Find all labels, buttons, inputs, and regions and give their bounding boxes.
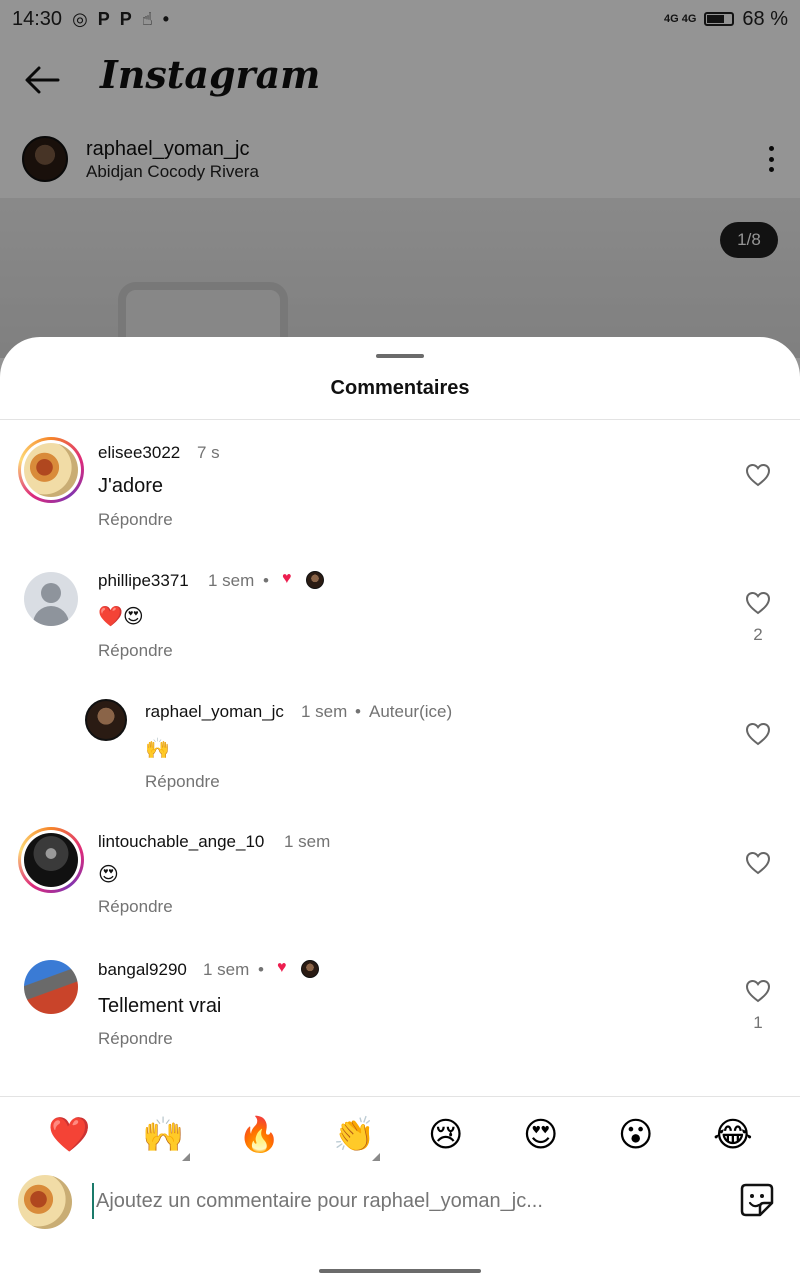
comment-time: 7 s — [197, 443, 220, 462]
comment-input[interactable] — [92, 1183, 712, 1219]
like-count: 1 — [753, 1013, 763, 1032]
drag-handle[interactable] — [376, 354, 424, 358]
avatar[interactable] — [24, 833, 78, 887]
my-avatar — [18, 1175, 72, 1229]
heart-icon[interactable] — [745, 979, 771, 1003]
reaction-raised-hands-icon[interactable]: 🙌 — [142, 1115, 184, 1155]
skin-tone-indicator — [372, 1153, 380, 1161]
reply-button[interactable]: Répondre — [145, 772, 220, 792]
avatar[interactable] — [24, 572, 78, 626]
heart-icon[interactable] — [745, 722, 771, 746]
comment-text: J'adore — [98, 475, 163, 497]
reaction-laugh-icon[interactable]: 😂 — [713, 1115, 753, 1155]
heart-icon[interactable] — [745, 463, 771, 487]
comment-composer-bar: ❤️ 🙌 🔥 👏 😢 😍 😮 😂 — [0, 1096, 800, 1280]
comment-time: 1 sem — [284, 832, 331, 851]
comment-text: Tellement vrai — [98, 995, 222, 1017]
reaction-wow-icon[interactable]: 😮 — [618, 1115, 653, 1155]
author-mini-avatar — [306, 571, 324, 589]
comment-text: 🙌 — [145, 738, 170, 760]
comment-text: ❤️😍 — [98, 606, 144, 628]
avatar[interactable] — [24, 443, 78, 497]
quick-reactions-row: ❤️ 🙌 🔥 👏 😢 😍 😮 😂 — [0, 1111, 800, 1161]
author-badge: Auteur(ice) — [369, 702, 453, 721]
reaction-clap-icon[interactable]: 👏 — [333, 1115, 375, 1155]
reaction-heart-eyes-icon[interactable]: 😍 — [523, 1115, 558, 1155]
avatar[interactable] — [24, 960, 78, 1014]
comment-time: 1 sem — [301, 702, 348, 721]
comment-item: raphael_yoman_jc 1 sem • Auteur(ice) 🙌 R… — [0, 699, 800, 809]
reaction-cry-icon[interactable]: 😢 — [428, 1115, 463, 1155]
comment-username[interactable]: raphael_yoman_jc — [145, 702, 284, 722]
reply-button[interactable]: Répondre — [98, 1029, 173, 1049]
divider — [0, 419, 800, 420]
comment-username[interactable]: elisee3022 — [98, 443, 180, 463]
comment-username[interactable]: bangal9290 — [98, 960, 187, 980]
avatar[interactable] — [85, 699, 127, 741]
comment-item: phillipe3371 1 sem • ♥ ❤️😍 Répondre 2 — [0, 567, 800, 677]
like-count: 2 — [753, 625, 763, 644]
comment-text: 😍 — [98, 864, 119, 886]
reaction-fire-icon[interactable]: 🔥 — [238, 1115, 280, 1155]
skin-tone-indicator — [182, 1153, 190, 1161]
separator-dot: • — [258, 960, 264, 979]
reply-button[interactable]: Répondre — [98, 510, 173, 530]
comment-item: elisee3022 7 s J'adore Répondre — [0, 437, 800, 547]
heart-icon[interactable] — [745, 851, 771, 875]
reply-button[interactable]: Répondre — [98, 897, 173, 917]
author-liked-heart-icon: ♥ — [282, 570, 292, 587]
author-liked-heart-icon: ♥ — [277, 959, 287, 976]
sticker-icon[interactable] — [740, 1183, 774, 1217]
home-indicator[interactable] — [319, 1269, 481, 1273]
comment-item: bangal9290 1 sem • ♥ Tellement vrai Répo… — [0, 957, 800, 1077]
comment-time: 1 sem — [208, 571, 255, 590]
comment-item: lintouchable_ange_10 1 sem 😍 Répondre — [0, 827, 800, 937]
sheet-title: Commentaires — [330, 377, 470, 399]
reply-button[interactable]: Répondre — [98, 641, 173, 661]
heart-icon[interactable] — [745, 591, 771, 615]
comment-username[interactable]: phillipe3371 — [98, 571, 189, 591]
author-mini-avatar — [301, 960, 319, 978]
separator-dot: • — [263, 571, 269, 590]
comment-username[interactable]: lintouchable_ange_10 — [98, 832, 264, 852]
reaction-heart-icon[interactable]: ❤️ — [48, 1115, 90, 1155]
comment-time: 1 sem — [203, 960, 250, 979]
separator-dot: • — [355, 702, 361, 721]
